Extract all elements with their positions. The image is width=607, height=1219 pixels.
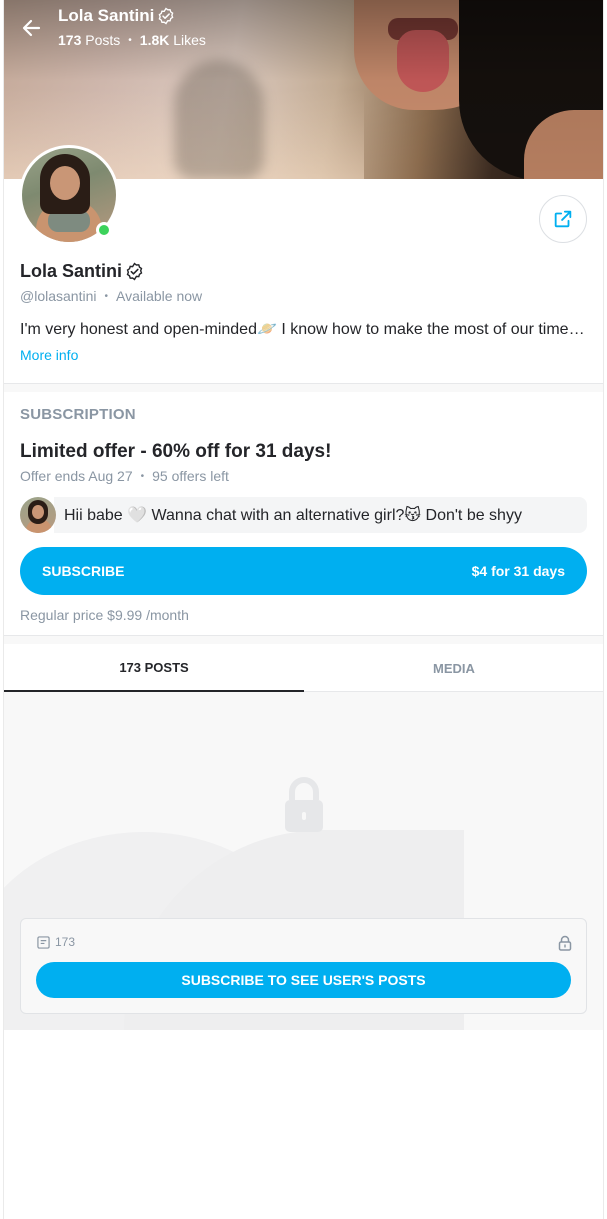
profile-name-text: Lola Santini — [20, 261, 123, 281]
verified-icon — [126, 262, 143, 281]
profile-page: Lola Santini 173 Posts • 1.8K Likes Lola… — [3, 0, 604, 1219]
section-divider — [4, 383, 603, 392]
profile-name: Lola Santini — [20, 261, 144, 282]
content-tabs: 173 POSTS MEDIA — [4, 644, 603, 692]
verified-icon — [158, 7, 174, 25]
locked-posts-card: 173 SUBSCRIBE TO SEE USER'S POSTS — [20, 918, 587, 1014]
tab-media[interactable]: MEDIA — [304, 644, 603, 692]
more-info-link[interactable]: More info — [20, 347, 78, 363]
locked-count-text: 173 — [55, 935, 76, 949]
handle-row: @lolasantini • Available now — [20, 288, 203, 304]
share-button[interactable] — [539, 195, 587, 243]
tab-posts[interactable]: 173 POSTS — [4, 644, 304, 692]
header-stats: 173 Posts • 1.8K Likes — [58, 32, 206, 48]
profile-handle: @lolasantini — [20, 288, 97, 304]
posts-label: Posts — [85, 32, 121, 48]
offers-left: 95 offers left — [152, 468, 229, 484]
lock-icon — [558, 935, 572, 951]
profile-bio: I'm very honest and open-minded🪐 I know … — [20, 321, 585, 338]
header-title: Lola Santini — [58, 6, 175, 26]
online-status-dot — [96, 222, 112, 238]
top-bar: Lola Santini 173 Posts • 1.8K Likes — [4, 0, 603, 60]
likes-label: Likes — [173, 32, 206, 48]
likes-count: 1.8K — [139, 32, 170, 48]
message-avatar — [20, 497, 56, 533]
back-arrow-icon — [22, 19, 41, 37]
locked-posts-count: 173 — [37, 935, 75, 949]
creator-message: Hii babe 🤍 Wanna chat with an alternativ… — [20, 497, 587, 533]
back-button[interactable] — [18, 16, 44, 40]
posts-count: 173 — [58, 32, 82, 48]
lock-icon — [285, 777, 323, 832]
section-divider — [4, 635, 603, 644]
offer-meta: Offer ends Aug 27 • 95 offers left — [20, 468, 229, 484]
header-name: Lola Santini — [58, 6, 155, 25]
subscribe-price: $4 for 31 days — [471, 563, 565, 579]
posts-icon — [37, 935, 50, 949]
share-icon — [554, 210, 572, 228]
regular-price: Regular price $9.99 /month — [20, 607, 189, 623]
subscription-label: SUBSCRIPTION — [20, 406, 136, 423]
offer-ends: Offer ends Aug 27 — [20, 468, 133, 484]
message-text: Hii babe 🤍 Wanna chat with an alternativ… — [54, 497, 587, 533]
offer-title: Limited offer - 60% off for 31 days! — [20, 441, 332, 462]
subscribe-button[interactable]: SUBSCRIBE $4 for 31 days — [20, 547, 587, 595]
availability-status: Available now — [116, 288, 203, 304]
subscribe-label: SUBSCRIBE — [42, 563, 125, 579]
subscribe-to-see-posts-button[interactable]: SUBSCRIBE TO SEE USER'S POSTS — [36, 962, 571, 998]
